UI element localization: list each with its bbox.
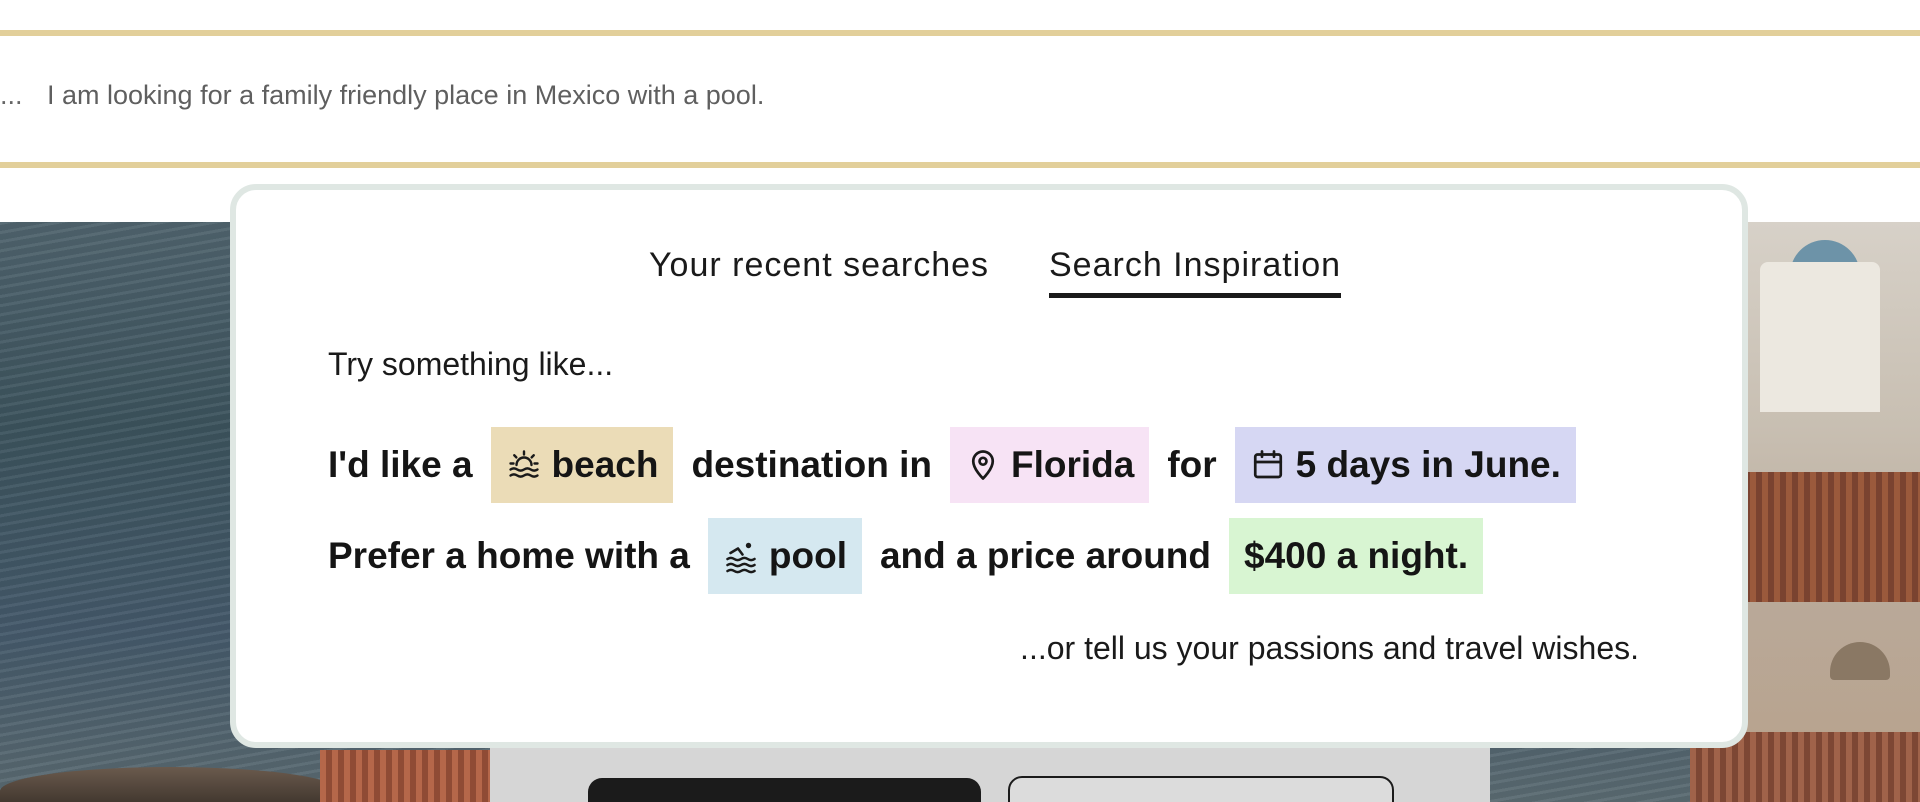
chip-label: Florida <box>1010 444 1135 485</box>
tab-recent-searches[interactable]: Your recent searches <box>649 246 989 293</box>
inspiration-outro: ...or tell us your passions and travel w… <box>1020 630 1639 666</box>
roof-image <box>320 750 490 802</box>
tab-search-inspiration[interactable]: Search Inspiration <box>1049 246 1342 298</box>
search-suggestions-panel: Your recent searches Search Inspiration … <box>230 184 1748 748</box>
calendar-icon <box>1253 450 1282 479</box>
florida-chip[interactable]: Florida <box>949 427 1150 503</box>
inspiration-sentence-2: Prefer a home with a pool and a price ar… <box>328 518 1501 594</box>
chip-label: 5 days in June. <box>1295 444 1561 485</box>
sunrise-waves-icon <box>508 450 539 478</box>
sentence-text: for <box>1167 444 1217 485</box>
primary-action-button[interactable] <box>588 778 981 802</box>
pool-chip[interactable]: pool <box>707 518 862 594</box>
price-chip[interactable]: $400 a night. <box>1229 518 1484 594</box>
sentence-text: I'd like a <box>328 444 473 485</box>
beach-chip[interactable]: beach <box>490 427 674 503</box>
sentence-text: Prefer a home with a <box>328 535 690 576</box>
chip-label: beach <box>551 444 659 485</box>
chip-label: $400 a night. <box>1244 535 1469 576</box>
map-pin-icon <box>971 450 995 480</box>
chip-label: pool <box>768 535 847 576</box>
search-leading-ellipsis: ... <box>0 80 23 110</box>
dates-chip[interactable]: 5 days in June. <box>1234 427 1576 503</box>
page: ... I am looking for a family friendly p… <box>0 0 1920 802</box>
inspiration-intro: Try something like... <box>328 346 614 382</box>
search-bar[interactable]: ... I am looking for a family friendly p… <box>0 30 1920 168</box>
inspiration-sentence-1: I'd like a beach destination in Florida … <box>328 427 1594 503</box>
search-input[interactable]: I am looking for a family friendly place… <box>47 80 764 111</box>
suggestion-tabs: Your recent searches Search Inspiration <box>236 246 1742 306</box>
sentence-text: and a price around <box>879 535 1211 576</box>
swimmer-icon <box>726 542 756 574</box>
secondary-action-button[interactable] <box>1008 776 1394 802</box>
sentence-text: destination in <box>691 444 932 485</box>
